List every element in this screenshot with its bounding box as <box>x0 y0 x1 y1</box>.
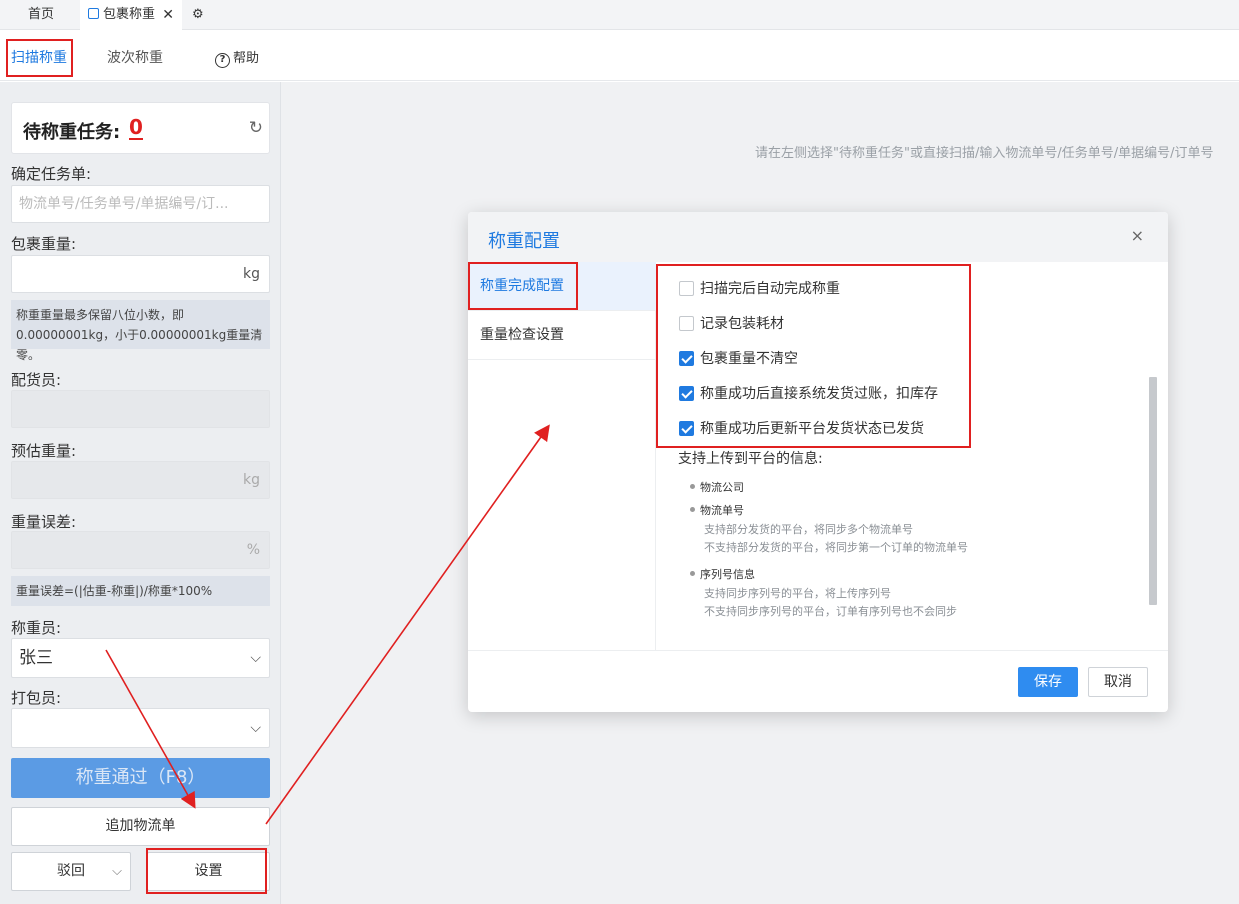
subtab-batch-weigh[interactable]: 波次称重 <box>107 47 163 67</box>
settings-button[interactable]: 设置 <box>147 852 270 891</box>
weight-error-input: % <box>11 531 270 569</box>
save-button[interactable]: 保存 <box>1018 667 1078 697</box>
checkbox-checked-icon[interactable] <box>679 386 694 401</box>
option-post-stock[interactable]: 称重成功后直接系统发货过账，扣库存 <box>679 383 938 403</box>
checkbox-icon[interactable] <box>679 281 694 296</box>
weigh-config-dialog: 称重配置 × 称重完成配置 重量检查设置 扫描完后自动完成称重 记录包装耗材 包… <box>468 212 1168 712</box>
dialog-header: 称重配置 × <box>468 212 1168 262</box>
estimated-weight-unit: kg <box>243 472 260 488</box>
weigh-pass-button[interactable]: 称重通过（F8） <box>11 758 270 798</box>
task-label: 确定任务单: <box>11 165 92 183</box>
sub-tab-bar: 扫描称重 波次称重 ? 帮助 <box>0 31 1239 81</box>
task-input[interactable]: 物流单号/任务单号/单据编号/订... <box>11 185 270 223</box>
bullet-note: 不支持同步序列号的平台，订单有序列号也不会同步 <box>704 605 957 618</box>
bullet-note: 支持部分发货的平台，将同步多个物流单号 <box>704 523 913 536</box>
weight-error-label: 重量误差: <box>11 513 77 531</box>
option-label: 称重成功后更新平台发货状态已发货 <box>700 421 924 437</box>
tab-package-weighing[interactable]: 包裹称重 ✕ <box>80 0 182 30</box>
nav-weight-check-settings[interactable]: 重量检查设置 <box>468 311 656 360</box>
window-icon <box>88 8 99 19</box>
pending-task-count[interactable]: 0 <box>129 116 143 140</box>
active-subtab-indicator <box>11 75 69 77</box>
weight-label: 包裹重量: <box>11 235 77 253</box>
chevron-down-icon: ⌵ <box>112 864 122 879</box>
picker-label: 配货员: <box>11 371 62 389</box>
help-icon: ? <box>215 53 230 68</box>
add-tracking-button[interactable]: 追加物流单 <box>11 807 270 846</box>
bullet-tracking-number: 物流单号 <box>690 504 744 517</box>
option-auto-complete[interactable]: 扫描完后自动完成称重 <box>679 278 840 298</box>
option-record-packaging[interactable]: 记录包装耗材 <box>679 313 784 333</box>
upload-info-title: 支持上传到平台的信息: <box>678 451 823 467</box>
estimated-weight-input: kg <box>11 461 270 499</box>
reject-label: 驳回 <box>57 863 85 879</box>
dialog-scrollbar[interactable] <box>1149 377 1157 605</box>
tab-package-weighing-label: 包裹称重 <box>103 7 156 22</box>
option-label: 记录包装耗材 <box>700 316 784 332</box>
chevron-down-icon: ⌵ <box>250 720 261 736</box>
checkbox-checked-icon[interactable] <box>679 351 694 366</box>
nav-weigh-complete-config[interactable]: 称重完成配置 <box>468 262 656 311</box>
pending-task-card[interactable]: 待称重任务: 0 ↻ <box>11 102 270 154</box>
checkbox-icon[interactable] <box>679 316 694 331</box>
weight-error-unit: % <box>246 542 260 558</box>
weigher-label: 称重员: <box>11 619 62 637</box>
help-label: 帮助 <box>233 51 260 66</box>
option-label: 扫描完后自动完成称重 <box>700 281 840 297</box>
option-keep-weight[interactable]: 包裹重量不清空 <box>679 348 798 368</box>
refresh-icon[interactable]: ↻ <box>249 118 263 138</box>
estimated-weight-label: 预估重量: <box>11 442 77 460</box>
packer-select[interactable]: ⌵ <box>11 708 270 748</box>
bullet-serial-number: 序列号信息 <box>690 568 755 581</box>
weight-error-note: 重量误差=(|估重-称重|)/称重*100% <box>11 576 270 606</box>
top-tab-bar: 首页 包裹称重 ✕ ⚙ <box>0 0 1239 30</box>
reject-button[interactable]: 驳回 ⌵ <box>11 852 131 891</box>
pending-task-title: 待称重任务: <box>23 122 121 143</box>
option-label: 包裹重量不清空 <box>700 351 798 367</box>
dialog-footer-divider <box>468 650 1168 651</box>
weigher-value: 张三 <box>19 648 53 668</box>
checkbox-checked-icon[interactable] <box>679 421 694 436</box>
empty-hint-text: 请在左侧选择"待称重任务"或直接扫描/输入物流单号/任务单号/单据编号/订单号 <box>755 146 1214 161</box>
help-link[interactable]: ? 帮助 <box>215 47 259 68</box>
bullet-note: 支持同步序列号的平台，将上传序列号 <box>704 587 891 600</box>
close-tab-icon[interactable]: ✕ <box>162 0 174 30</box>
bullet-note: 不支持部分发货的平台，将同步第一个订单的物流单号 <box>704 541 968 554</box>
weight-input[interactable]: kg <box>11 255 270 293</box>
chevron-down-icon: ⌵ <box>250 650 261 666</box>
dialog-title: 称重配置 <box>488 231 560 252</box>
cancel-button[interactable]: 取消 <box>1088 667 1148 697</box>
weigher-select[interactable]: 张三 ⌵ <box>11 638 270 678</box>
close-icon[interactable]: × <box>1131 226 1144 245</box>
weight-unit: kg <box>243 266 260 282</box>
option-update-platform[interactable]: 称重成功后更新平台发货状态已发货 <box>679 418 924 438</box>
subtab-scan-weigh[interactable]: 扫描称重 <box>11 47 67 67</box>
gear-icon[interactable]: ⚙ <box>192 0 204 30</box>
packer-label: 打包员: <box>11 689 62 707</box>
weight-note: 称重重量最多保留八位小数，即0.00000001kg，小于0.00000001k… <box>11 300 270 362</box>
tab-home[interactable]: 首页 <box>28 0 54 30</box>
dialog-nav: 称重完成配置 重量检查设置 <box>468 262 656 650</box>
option-label: 称重成功后直接系统发货过账，扣库存 <box>700 386 938 402</box>
picker-input <box>11 390 270 428</box>
bullet-logistics-company: 物流公司 <box>690 481 744 494</box>
